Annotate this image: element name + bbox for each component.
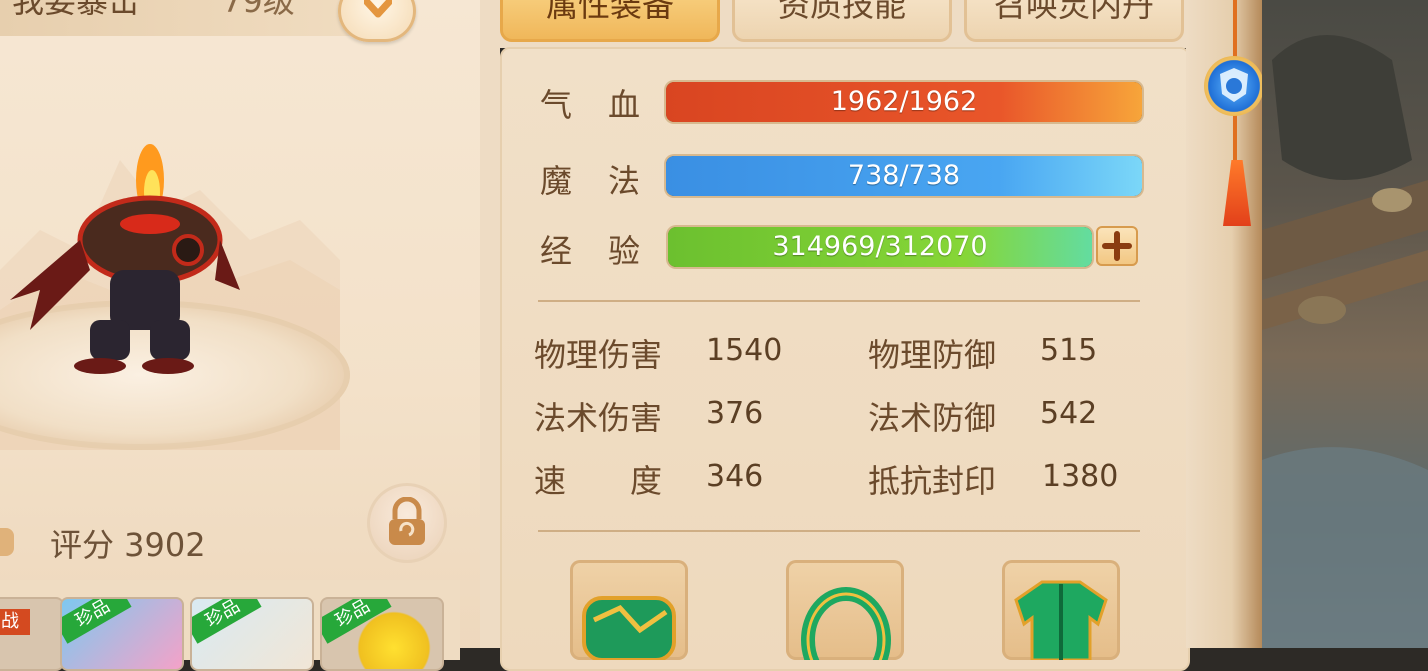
pet-level: 79级 [222, 0, 295, 20]
hp-value: 1962/1962 [830, 86, 978, 117]
magic-attack-label: 法术伤害 [534, 399, 663, 437]
pet-list-item[interactable]: 战 [0, 597, 64, 671]
pet-panel: 我要暴击 79级 评分 3902 [0, 0, 480, 660]
phys-attack-value: 1540 [706, 333, 783, 368]
add-exp-button[interactable] [1096, 226, 1138, 266]
magic-defense-value: 542 [1040, 396, 1098, 431]
panel-divider [480, 0, 500, 648]
magic-defense-label: 法术防御 [868, 399, 997, 437]
pet-tag: 珍品 [62, 599, 132, 644]
hp-bar: 1962/1962 [666, 82, 1142, 122]
pet-tag: 珍品 [192, 599, 262, 644]
pet-lock-button[interactable] [367, 483, 447, 563]
tab-inner-core[interactable]: 召唤灵内丹 [964, 0, 1184, 42]
equipment-slot-armor[interactable] [1002, 560, 1120, 660]
bracer-icon [582, 596, 676, 660]
tab-attributes-equipment[interactable]: 属性装备 [500, 0, 720, 42]
mp-value: 738/738 [847, 160, 961, 191]
equipment-slot-bracer[interactable] [570, 560, 688, 660]
seal-resist-label: 抵抗封印 [868, 462, 997, 500]
divider [538, 530, 1140, 532]
equipment-slot-ring[interactable] [786, 560, 904, 660]
exp-value: 314969/312070 [772, 231, 988, 262]
mp-bar: 738/738 [666, 156, 1142, 196]
pet-character-image [10, 144, 240, 374]
game-world-background [1262, 0, 1428, 648]
exp-bar: 314969/312070 [668, 227, 1092, 267]
ring-icon [801, 587, 891, 660]
pet-name: 我要暴击 [12, 0, 141, 20]
plus-icon [1102, 231, 1132, 261]
tab-aptitude-skills[interactable]: 资质技能 [732, 0, 952, 42]
lock-icon [389, 497, 425, 545]
seal-resist-value: 1380 [1042, 459, 1119, 494]
speed-value: 346 [706, 459, 764, 494]
phys-defense-label: 物理防御 [868, 336, 997, 374]
hp-label: 气血 [540, 86, 677, 124]
magic-attack-value: 376 [706, 396, 764, 431]
phys-defense-value: 515 [1040, 333, 1098, 368]
phys-attack-label: 物理伤害 [534, 336, 663, 374]
score-icon [0, 528, 14, 556]
pet-score: 评分 3902 [50, 526, 206, 564]
pet-tag: 珍品 [322, 599, 392, 644]
pet-list-item[interactable]: 珍品 [320, 597, 444, 671]
exp-label: 经验 [540, 232, 677, 270]
speed-label: 速 度 [534, 462, 663, 500]
pet-switch-dropdown-button[interactable] [338, 0, 416, 42]
shield-emblem-icon [1204, 56, 1264, 116]
mp-label: 魔法 [540, 162, 677, 200]
pet-list-item[interactable]: 珍品 [60, 597, 184, 671]
pet-tag: 战 [0, 609, 30, 635]
divider [538, 300, 1140, 302]
chevron-down-icon [364, 0, 392, 18]
pet-name-bar: 我要暴击 79级 [0, 0, 360, 36]
armor-icon [1014, 580, 1108, 660]
pet-list-item[interactable]: 珍品 [190, 597, 314, 671]
